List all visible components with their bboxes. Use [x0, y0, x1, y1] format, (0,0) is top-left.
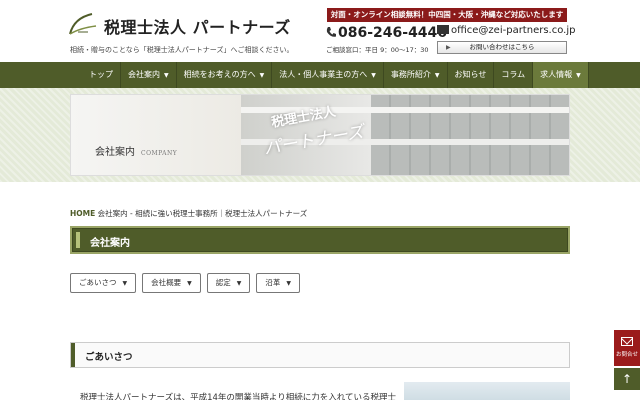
page-title: 会社案内	[70, 226, 570, 254]
chevron-down-icon: ▼	[286, 280, 291, 287]
mail-icon	[621, 337, 633, 346]
phone-number[interactable]: 086-246-4446	[326, 25, 447, 41]
nav-label: 事務所紹介	[390, 70, 431, 79]
anchor-overview-button[interactable]: 会社概要 ▼	[142, 273, 201, 293]
greeting-body-text: 税理士法人パートナーズは、平成14年の開業当時より相続に力を入れている税理士	[80, 393, 396, 400]
anchor-label: ごあいさつ	[79, 278, 117, 287]
chevron-down-icon: ▼	[122, 280, 128, 287]
hero-label-jp: 会社案内	[95, 147, 135, 158]
breadcrumb-current: 会社案内 - 相続に強い税理士事務所｜税理士法人パートナーズ	[97, 209, 308, 218]
nav-label: コラム	[501, 70, 526, 79]
floating-contact-label: お問合せ	[615, 352, 638, 358]
anchor-label: 会社概要	[151, 278, 182, 287]
anchor-history-button[interactable]: 沿革 ▼	[256, 273, 300, 293]
phone-text: 086-246-4446	[338, 25, 448, 41]
mail-icon	[437, 25, 449, 34]
arrow-up-icon: ↑	[621, 372, 633, 386]
main-nav: トップ 会社案内 ▼ 相続をお考えの方へ ▼ 法人・個人事業主の方へ ▼ 事務所紹介 ▼…	[0, 62, 640, 88]
chevron-down-icon: ▼	[236, 280, 242, 287]
chevron-down-icon: ▼	[164, 72, 169, 79]
nav-label: トップ	[89, 70, 113, 79]
breadcrumb-home[interactable]: HOME	[70, 209, 95, 218]
site-name[interactable]: 税理士法人 パートナーズ	[104, 14, 291, 38]
greeting-image	[404, 382, 570, 400]
tagline: 相続・贈与のことなら「税理士法人パートナーズ」へご相談ください。	[70, 46, 294, 54]
nav-item-inheritance[interactable]: 相続をお考えの方へ ▼	[177, 62, 273, 88]
nav-item-business[interactable]: 法人・個人事業主の方へ ▼	[272, 62, 384, 88]
nav-label: お知らせ	[454, 70, 487, 79]
page-title-text: 会社案内	[90, 238, 130, 249]
floating-contact-button[interactable]: お問合せ	[614, 330, 640, 366]
chevron-down-icon: ▼	[576, 72, 581, 79]
section-heading-text: ごあいさつ	[85, 352, 133, 363]
chevron-down-icon: ▼	[259, 72, 265, 79]
contact-button[interactable]: お問い合わせはこちら	[437, 41, 567, 54]
nav-item-company[interactable]: 会社案内 ▼	[121, 62, 177, 88]
chevron-down-icon: ▼	[187, 280, 192, 287]
business-hours: ご相談窓口：平日 9：00～17：30	[326, 46, 429, 54]
hero-label: 会社案内 COMPANY	[95, 143, 177, 158]
hero-image: 会社案内 COMPANY 税理士法人 パートナーズ	[70, 94, 570, 176]
phone-icon	[326, 27, 336, 37]
anchor-links: ごあいさつ ▼ 会社概要 ▼ 認定 ▼ 沿革 ▼	[70, 273, 300, 293]
email-text: office@zei-partners.co.jp	[451, 25, 576, 36]
anchor-label: 認定	[215, 278, 231, 287]
chevron-down-icon: ▼	[434, 72, 440, 79]
nav-label: 法人・個人事業主の方へ	[279, 70, 368, 79]
breadcrumb: HOME 会社案内 - 相続に強い税理士事務所｜税理士法人パートナーズ	[70, 208, 307, 219]
anchor-certification-button[interactable]: 認定 ▼	[206, 273, 251, 293]
scroll-to-top-button[interactable]: ↑	[614, 368, 640, 390]
nav-item-news[interactable]: お知らせ	[448, 62, 495, 88]
section-heading-greeting: ごあいさつ	[70, 342, 570, 368]
consultation-banner: 対面・オンライン相談無料！中四国・大阪・沖縄など対応いたします	[327, 8, 567, 22]
nav-item-top[interactable]: トップ	[82, 62, 121, 88]
nav-label: 求人情報	[540, 70, 573, 79]
chevron-down-icon: ▼	[371, 72, 376, 79]
logo-icon[interactable]	[66, 12, 100, 38]
nav-label: 相続をお考えの方へ	[183, 70, 256, 79]
anchor-greeting-button[interactable]: ごあいさつ ▼	[70, 273, 137, 293]
anchor-label: 沿革	[265, 278, 281, 287]
nav-label: 会社案内	[128, 70, 160, 79]
site-header: 税理士法人 パートナーズ 相続・贈与のことなら「税理士法人パートナーズ」へご相談…	[0, 0, 640, 62]
email-link[interactable]: office@zei-partners.co.jp	[437, 25, 575, 36]
hero-label-en: COMPANY	[141, 150, 178, 157]
nav-item-recruit[interactable]: 求人情報 ▼	[533, 62, 589, 88]
nav-item-column[interactable]: コラム	[494, 62, 534, 88]
nav-item-office[interactable]: 事務所紹介 ▼	[384, 62, 448, 88]
